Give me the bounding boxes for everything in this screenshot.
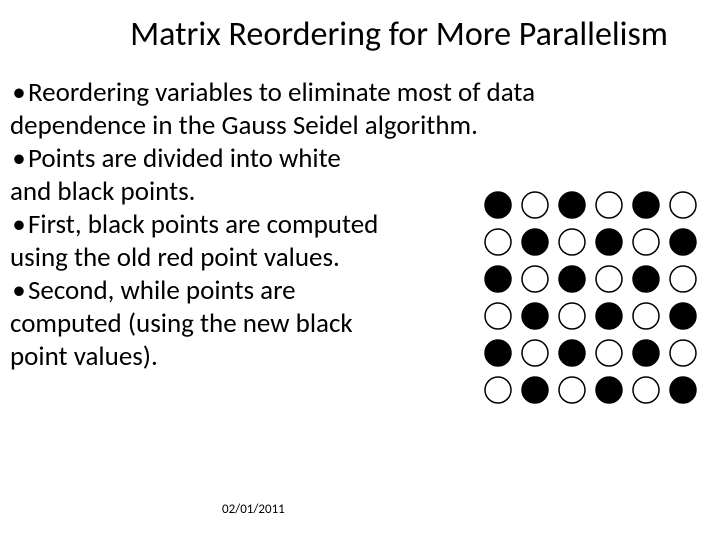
white-point-icon	[485, 377, 511, 403]
black-point-icon	[596, 377, 622, 403]
white-point-icon	[670, 192, 696, 218]
white-point-icon	[559, 229, 585, 255]
white-point-icon	[559, 303, 585, 329]
bullet-icon: •	[10, 77, 28, 110]
bullet-icon: •	[10, 209, 28, 242]
white-point-icon	[522, 192, 548, 218]
bullet-icon: •	[10, 275, 28, 308]
black-point-icon	[559, 340, 585, 366]
white-point-icon	[596, 266, 622, 292]
body-line: •Points are divided into white	[10, 143, 710, 176]
black-point-icon	[559, 192, 585, 218]
body-line: dependence in the Gauss Seidel algorithm…	[10, 110, 710, 143]
black-point-icon	[522, 377, 548, 403]
text: Second, while points are	[28, 274, 296, 307]
black-point-icon	[596, 303, 622, 329]
black-point-icon	[596, 229, 622, 255]
white-point-icon	[596, 340, 622, 366]
bullet-icon: •	[10, 143, 28, 176]
white-point-icon	[633, 377, 659, 403]
white-point-icon	[596, 192, 622, 218]
checkerboard-svg	[483, 190, 698, 405]
black-point-icon	[670, 303, 696, 329]
black-point-icon	[559, 266, 585, 292]
white-point-icon	[670, 340, 696, 366]
black-point-icon	[522, 303, 548, 329]
black-point-icon	[670, 377, 696, 403]
black-point-icon	[633, 192, 659, 218]
black-point-icon	[670, 229, 696, 255]
text: Points are divided into white	[28, 142, 341, 175]
white-point-icon	[633, 303, 659, 329]
black-point-icon	[633, 266, 659, 292]
checkerboard-diagram	[483, 190, 698, 405]
white-point-icon	[522, 266, 548, 292]
black-point-icon	[633, 340, 659, 366]
text: First, black points are computed	[28, 208, 378, 241]
slide-title: Matrix Reordering for More Parallelism	[0, 0, 720, 55]
white-point-icon	[485, 229, 511, 255]
white-point-icon	[522, 340, 548, 366]
black-point-icon	[485, 192, 511, 218]
body-line: •Reordering variables to eliminate most …	[10, 77, 710, 110]
slide: Matrix Reordering for More Parallelism •…	[0, 0, 720, 540]
white-point-icon	[633, 229, 659, 255]
black-point-icon	[522, 229, 548, 255]
black-point-icon	[485, 266, 511, 292]
footer-date: 02/01/2011	[222, 502, 285, 517]
white-point-icon	[559, 377, 585, 403]
white-point-icon	[670, 266, 696, 292]
black-point-icon	[485, 340, 511, 366]
white-point-icon	[485, 303, 511, 329]
text: Reordering variables to eliminate most o…	[28, 76, 535, 109]
